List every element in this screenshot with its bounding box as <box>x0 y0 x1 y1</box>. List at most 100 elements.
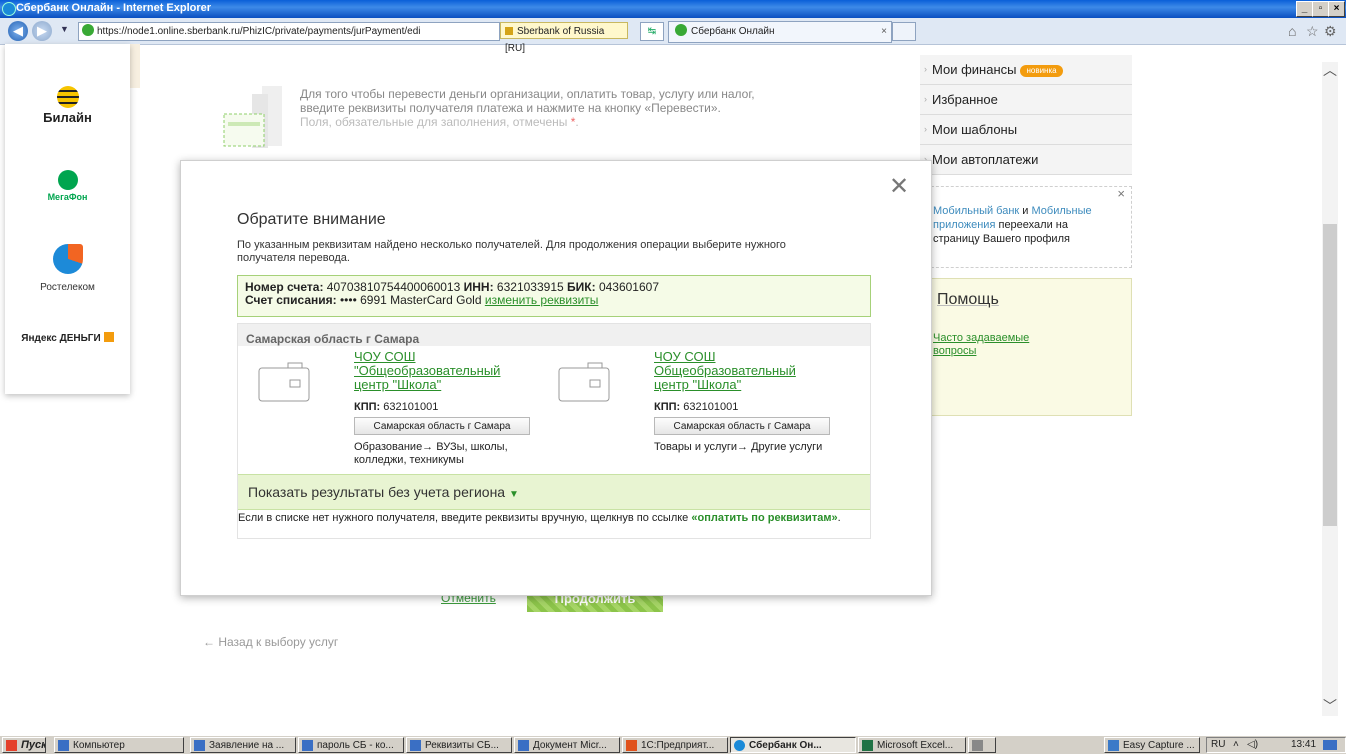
taskbar-item[interactable]: Microsoft Excel... <box>858 737 966 753</box>
tab-sberbank[interactable]: Сбербанк Онлайн × <box>668 21 892 43</box>
cutoff-text: ' ' ' ' ' ' ' ' ' <box>250 44 351 51</box>
wallet-icon <box>258 362 310 402</box>
scroll-thumb[interactable] <box>1323 224 1337 526</box>
help-panel: Помощь Часто задаваемые вопросы <box>926 278 1132 416</box>
recipient-category: Образование→ ВУЗы, школы, колледжи, техн… <box>354 441 508 466</box>
maximize-button[interactable]: ▫ <box>1312 1 1329 17</box>
taskbar-label: Компьютер <box>73 740 125 751</box>
inn-value: 6321033915 <box>496 280 564 294</box>
taskbar-label: Заявление на ... <box>209 740 285 751</box>
taskbar-item-active[interactable]: Сбербанк Он... <box>730 737 856 753</box>
recipient-name-link[interactable]: ЧОУ СОШ Общеобразовательный центр "Школа… <box>654 350 834 392</box>
kpp-value: 632101001 <box>683 401 739 413</box>
start-button[interactable]: Пуск <box>2 737 46 753</box>
faq-link[interactable]: Часто задаваемые вопросы <box>933 332 1053 358</box>
system-tray: RU ˄ ◁) 13:41 <box>1206 737 1346 753</box>
kpp-label: КПП: <box>354 401 381 413</box>
yandex-money-logo-icon <box>103 332 114 342</box>
taskbar-item[interactable]: Easy Capture ... <box>1104 737 1200 753</box>
address-bar[interactable]: https://node1.online.sberbank.ru/PhizIC/… <box>78 22 500 41</box>
show-desktop-icon[interactable] <box>1323 740 1337 750</box>
operators-panel: Билайн МегаФон Ростелеком Яндекс ДЕНЬГИ <box>5 44 130 394</box>
back-arrow-icon[interactable]: ◀ <box>8 21 28 41</box>
scroll-down-icon[interactable]: ﹀ <box>1322 696 1338 716</box>
wallet-icon <box>558 362 610 402</box>
close-icon[interactable]: ✕ <box>889 175 909 199</box>
operator-label: МегаФон <box>47 192 88 202</box>
menu-item-my-finances[interactable]: › Мои финансы новинка <box>920 55 1132 85</box>
operator-yandex-money[interactable]: Яндекс ДЕНЬГИ <box>5 332 130 344</box>
page-scrollbar[interactable]: ︿ ﹀ <box>1322 62 1338 716</box>
security-badge[interactable]: Sberbank of Russia [RU] <box>500 22 628 54</box>
recipient-name-link[interactable]: ЧОУ СОШ "Общеобразовательный центр "Школ… <box>354 350 534 392</box>
taskbar-item[interactable]: Компьютер <box>54 737 184 753</box>
taskbar-item[interactable]: 1С:Предприят... <box>622 737 728 753</box>
taskbar-item[interactable]: пароль СБ - ко... <box>298 737 404 753</box>
change-details-link[interactable]: изменить реквизиты <box>485 293 599 307</box>
show-all-regions-toggle[interactable]: Показать результаты без учета региона ▼ <box>238 474 870 510</box>
pay-by-details-link[interactable]: «оплатить по реквизитам» <box>691 512 837 524</box>
tray-expand-icon[interactable]: ˄ <box>1233 738 1239 752</box>
recipient-card[interactable]: ЧОУ СОШ "Общеобразовательный центр "Школ… <box>238 350 538 480</box>
menu-item-templates[interactable]: › Мои шаблоны <box>920 115 1132 145</box>
operator-rostelecom[interactable]: Ростелеком <box>5 244 130 293</box>
operator-label: Яндекс ДЕНЬГИ <box>21 333 101 344</box>
taskbar-label: Сбербанк Он... <box>749 740 822 751</box>
compatibility-view-icon[interactable]: ↹ <box>640 22 664 41</box>
operator-beeline[interactable]: Билайн <box>5 86 130 125</box>
intro-line: Для того чтобы перевести деньги организа… <box>300 87 755 101</box>
region-header: Самарская область г Самара <box>238 324 870 346</box>
debit-card: •••• 6991 MasterCard Gold <box>339 293 482 307</box>
mobile-bank-link[interactable]: Мобильный банк <box>933 205 1019 217</box>
taskbar-item[interactable] <box>968 737 996 753</box>
taskbar-label: пароль СБ - ко... <box>317 740 394 751</box>
minimize-button[interactable]: _ <box>1296 1 1313 17</box>
favorites-star-icon[interactable]: ☆ <box>1306 23 1319 40</box>
back-to-services-link[interactable]: ← Назад к выбору услуг <box>203 635 338 649</box>
region-button[interactable]: Самарская область г Самара <box>654 417 830 435</box>
operator-megafon[interactable]: МегаФон <box>5 170 130 202</box>
debit-label: Счет списания: <box>245 293 337 307</box>
close-window-button[interactable]: × <box>1328 1 1345 17</box>
required-mark: * <box>570 115 576 129</box>
window-title-bar: Сбербанк Онлайн - Internet Explorer _ ▫ … <box>0 0 1346 18</box>
forward-arrow-icon[interactable]: ▶ <box>32 21 52 41</box>
show-all-label: Показать результаты без учета региона <box>248 484 506 500</box>
scroll-up-icon[interactable]: ︿ <box>1322 60 1338 80</box>
home-icon[interactable]: ⌂ <box>1288 23 1296 39</box>
menu-item-label: Мои шаблоны <box>932 122 1018 137</box>
word-doc-icon <box>194 740 205 751</box>
footer-text: Если в списке нет нужного получателя, вв… <box>238 512 689 524</box>
taskbar-item[interactable]: Заявление на ... <box>190 737 296 753</box>
taskbar-item[interactable]: Реквизиты СБ... <box>406 737 512 753</box>
history-dropdown-icon[interactable]: ▼ <box>60 24 69 34</box>
settings-gear-icon[interactable]: ⚙ <box>1324 23 1337 40</box>
menu-item-autopayments[interactable]: › Мои автоплатежи <box>920 145 1132 175</box>
right-menu: › Мои финансы новинка › Избранное › Мои шабл… <box>920 55 1132 175</box>
taskbar-item[interactable]: Документ Micr... <box>514 737 620 753</box>
recipient-choice-dialog: ✕ Обратите внимание По указанным реквизи… <box>180 160 932 596</box>
new-tab-button[interactable] <box>892 22 916 41</box>
language-indicator[interactable]: RU <box>1211 738 1225 752</box>
taskbar-label: Microsoft Excel... <box>877 740 954 751</box>
easy-capture-icon <box>1108 740 1119 751</box>
app-icon <box>972 740 983 751</box>
region-button[interactable]: Самарская область г Самара <box>354 417 530 435</box>
menu-item-label: Избранное <box>932 92 998 107</box>
help-title[interactable]: Помощь <box>937 291 999 309</box>
intro-required-note: Поля, обязательные для заполнения, отмеч… <box>300 115 568 129</box>
menu-item-favorites[interactable]: › Избранное <box>920 85 1132 115</box>
notice-close-icon[interactable]: × <box>1117 187 1125 201</box>
taskbar: Пуск Компьютер Заявление на ... пароль С… <box>0 735 1346 754</box>
taskbar-label: Easy Capture ... <box>1123 740 1195 751</box>
taskbar-label: Документ Micr... <box>533 740 607 751</box>
tab-close-icon[interactable]: × <box>881 22 887 42</box>
bik-value: 043601607 <box>598 280 660 294</box>
menu-item-label: Мои автоплатежи <box>932 152 1039 167</box>
dialog-title: Обратите внимание <box>237 211 386 228</box>
recipient-card[interactable]: ЧОУ СОШ Общеобразовательный центр "Школа… <box>538 350 838 480</box>
rostelecom-logo-icon <box>52 244 83 274</box>
mobile-bank-notice: × Мобильный банк и Мобильные приложения … <box>926 186 1132 268</box>
operator-label: Билайн <box>43 110 92 125</box>
volume-icon[interactable]: ◁) <box>1247 738 1258 752</box>
